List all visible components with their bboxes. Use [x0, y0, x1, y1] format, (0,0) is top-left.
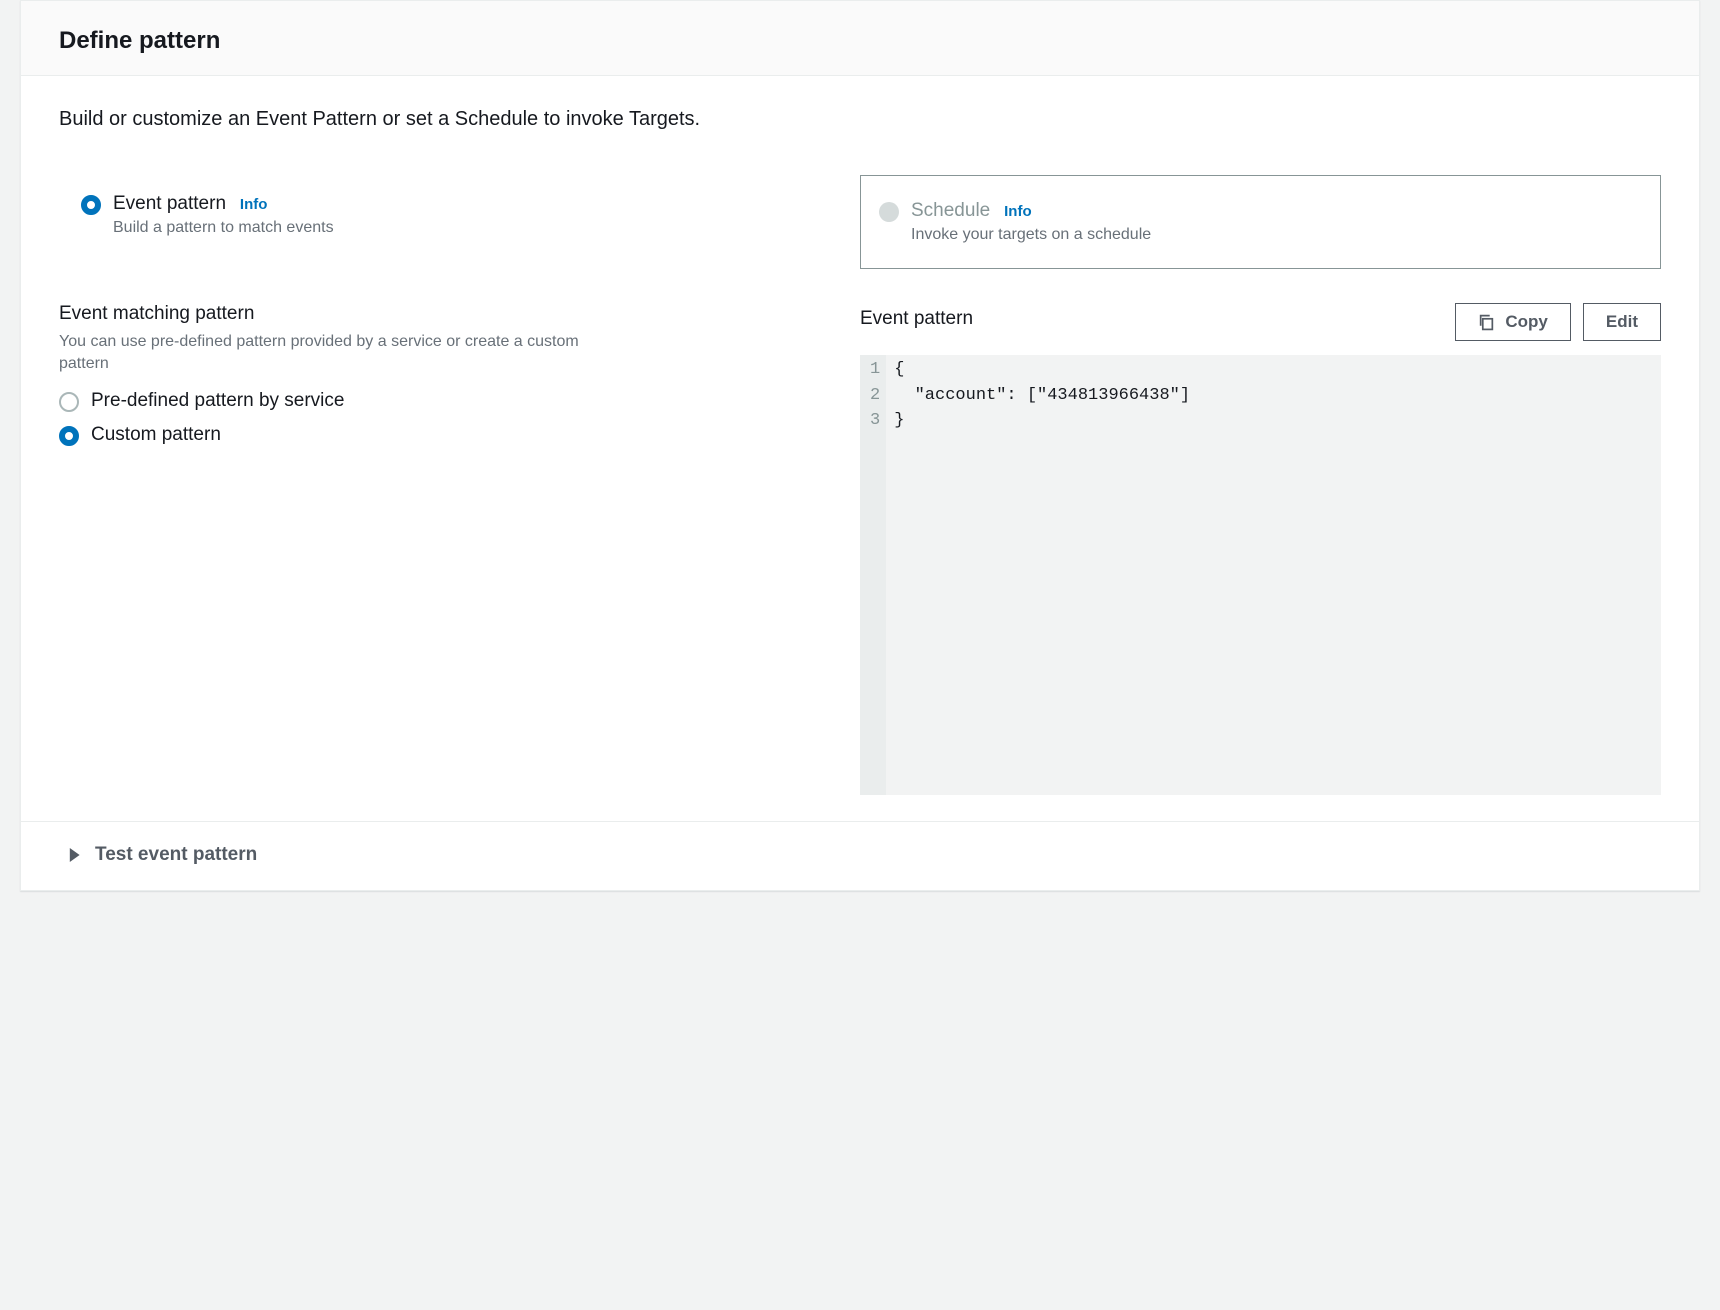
custom-pattern-label: Custom pattern [91, 424, 221, 446]
edit-button[interactable]: Edit [1583, 303, 1661, 341]
panel-footer: Test event pattern [21, 821, 1699, 890]
panel-header: Define pattern [21, 1, 1699, 76]
test-event-pattern-expander[interactable]: Test event pattern [67, 844, 257, 866]
code-content: { "account": ["434813966438"] } [886, 355, 1661, 795]
test-event-pattern-label: Test event pattern [95, 844, 257, 866]
predefined-pattern-label: Pre-defined pattern by service [91, 390, 344, 412]
schedule-option-title: Schedule [911, 200, 990, 221]
panel-title: Define pattern [59, 27, 1661, 55]
panel-body: Build or customize an Event Pattern or s… [21, 76, 1699, 821]
matching-radio-group: Pre-defined pattern by service Custom pa… [59, 390, 832, 446]
radio-disabled-icon [879, 202, 899, 222]
schedule-option[interactable]: Schedule Info Invoke your targets on a s… [860, 175, 1661, 269]
event-pattern-option-title: Event pattern [113, 193, 226, 214]
radio-selected-icon [59, 426, 79, 446]
matching-desc: You can use pre-defined pattern provided… [59, 331, 579, 374]
copy-icon [1478, 314, 1495, 331]
define-pattern-panel: Define pattern Build or customize an Eve… [20, 0, 1700, 891]
pattern-or-schedule-group: Event pattern Info Build a pattern to ma… [59, 175, 1661, 269]
caret-right-icon [67, 848, 81, 862]
intro-text: Build or customize an Event Pattern or s… [59, 108, 1661, 131]
copy-button[interactable]: Copy [1455, 303, 1571, 341]
event-pattern-code[interactable]: 1 2 3 { "account": ["434813966438"] } [860, 355, 1661, 795]
copy-button-label: Copy [1505, 312, 1548, 332]
event-pattern-info-link[interactable]: Info [240, 196, 268, 213]
schedule-info-link[interactable]: Info [1004, 203, 1032, 220]
predefined-pattern-option[interactable]: Pre-defined pattern by service [59, 390, 832, 412]
radio-unselected-icon [59, 392, 79, 412]
radio-selected-icon [81, 195, 101, 215]
lower-columns: Event matching pattern You can use pre-d… [59, 303, 1661, 795]
schedule-option-desc: Invoke your targets on a schedule [911, 226, 1632, 244]
event-pattern-option-desc: Build a pattern to match events [113, 219, 832, 237]
event-pattern-preview: Event pattern Copy Edit [860, 303, 1661, 795]
code-gutter: 1 2 3 [860, 355, 886, 795]
custom-pattern-option[interactable]: Custom pattern [59, 424, 832, 446]
event-pattern-option[interactable]: Event pattern Info Build a pattern to ma… [59, 175, 860, 269]
edit-button-label: Edit [1606, 312, 1638, 332]
event-pattern-preview-title: Event pattern [860, 308, 973, 330]
matching-title: Event matching pattern [59, 303, 832, 325]
matching-pattern-section: Event matching pattern You can use pre-d… [59, 303, 860, 795]
